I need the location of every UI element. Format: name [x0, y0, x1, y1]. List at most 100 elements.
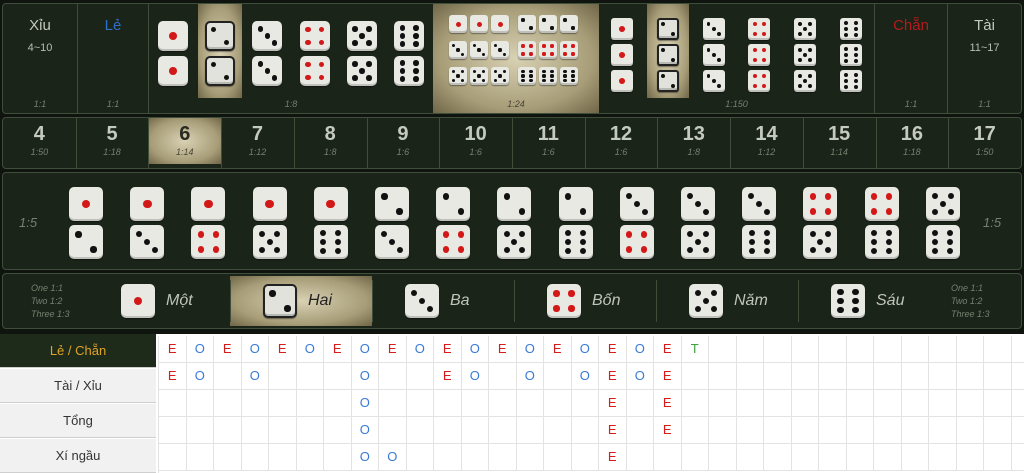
ledger-cell — [681, 363, 709, 390]
combo-3-5-bet[interactable] — [677, 181, 721, 263]
pip — [626, 246, 633, 253]
single-two-bet[interactable]: Hai — [230, 276, 372, 326]
bet-le[interactable]: Lẻ 1:1 — [78, 4, 148, 113]
double-one-bet[interactable] — [149, 4, 196, 98]
pip — [305, 39, 311, 46]
combo-1-2-bet[interactable] — [65, 181, 109, 263]
bet-chan[interactable]: Chẵn 1:1 — [875, 4, 947, 113]
combo-3-4-bet[interactable] — [616, 181, 660, 263]
ledger-cell — [241, 444, 269, 471]
total-13-bet[interactable]: 13 1:8 — [657, 118, 730, 164]
total-7-bet[interactable]: 7 1:12 — [221, 118, 294, 164]
pip — [258, 231, 265, 238]
ledger-cell — [461, 390, 489, 417]
single-four-bet[interactable]: Bốn — [514, 276, 656, 326]
pip — [460, 70, 464, 74]
ledger-cell — [241, 417, 269, 444]
triple-six-bet[interactable] — [828, 4, 874, 98]
pip — [381, 231, 388, 238]
double-three-bet[interactable] — [244, 4, 291, 98]
single-three-bet[interactable]: Ba — [372, 276, 514, 326]
pip — [641, 246, 648, 253]
pip — [641, 208, 648, 215]
total-8-bet[interactable]: 8 1:8 — [294, 118, 367, 164]
total-4-bet[interactable]: 4 1:50 — [3, 118, 76, 164]
total-14-bet[interactable]: 14 1:12 — [730, 118, 803, 164]
double-two-bet[interactable] — [198, 4, 242, 98]
total-17-bet[interactable]: 17 1:50 — [948, 118, 1021, 164]
double-four-bet[interactable] — [291, 4, 338, 98]
triple-one-bet[interactable] — [599, 4, 645, 98]
ledger-cell — [571, 390, 599, 417]
pip — [529, 74, 533, 78]
total-16-bet[interactable]: 16 1:18 — [876, 118, 949, 164]
total-odds: 1:50 — [30, 147, 49, 157]
ledger-tab-3[interactable]: Xí ngầu — [0, 439, 156, 473]
die-one-icon — [610, 70, 633, 92]
die-two-icon — [204, 21, 235, 51]
ledger-cell — [791, 444, 819, 471]
total-odds: 1:12 — [248, 147, 267, 157]
combo-4-5-bet[interactable] — [799, 181, 843, 263]
ledger-cell — [874, 363, 902, 390]
die-three-icon — [702, 44, 725, 66]
combo-2-6-bet[interactable] — [555, 181, 599, 263]
total-6-bet[interactable]: 6 1:14 — [148, 118, 222, 164]
single-five-bet[interactable]: Năm — [656, 276, 798, 326]
die-two-icon — [539, 15, 557, 33]
combo-1-6-bet[interactable] — [310, 181, 354, 263]
ledger-cell — [819, 336, 847, 363]
ledger-cell — [929, 417, 957, 444]
total-15-bet[interactable]: 15 1:14 — [803, 118, 876, 164]
ledger-tab-0[interactable]: Lẻ / Chẵn — [0, 334, 156, 368]
ledger-cell — [956, 444, 984, 471]
combo-2-4-bet[interactable] — [432, 181, 476, 263]
bet-any-triple[interactable]: 1:24 — [433, 4, 599, 113]
triple-five-bet[interactable] — [782, 4, 828, 98]
pip — [411, 290, 418, 297]
triple-three-bet[interactable] — [691, 4, 737, 98]
pip — [660, 74, 665, 79]
pip — [762, 74, 767, 79]
combo-1-3-bet[interactable] — [126, 181, 170, 263]
total-9-bet[interactable]: 9 1:6 — [367, 118, 440, 164]
combo-3-6-bet[interactable] — [738, 181, 782, 263]
triple-two-bet[interactable] — [646, 4, 689, 98]
pip — [335, 248, 342, 255]
divider — [230, 280, 231, 322]
pip — [641, 231, 648, 238]
pip — [756, 200, 763, 208]
ledger-tab-1[interactable]: Tài / Xỉu — [0, 369, 156, 403]
bet-xiu[interactable]: Xỉu 4~10 1:1 — [3, 4, 77, 113]
ledger-cell — [736, 336, 764, 363]
ledger-cell — [214, 363, 242, 390]
die-three-icon — [252, 21, 283, 51]
die-four-icon — [436, 225, 471, 259]
pip — [824, 208, 831, 215]
combo-2-5-bet[interactable] — [493, 181, 537, 263]
total-5-bet[interactable]: 5 1:18 — [76, 118, 149, 164]
singles-odds-right: One 1:1 Two 1:2 Three 1:3 — [951, 282, 990, 321]
ledger-cell: O — [351, 336, 379, 363]
single-six-bet[interactable]: Sáu — [798, 276, 940, 326]
combo-4-6-bet[interactable] — [861, 181, 905, 263]
total-11-bet[interactable]: 11 1:6 — [512, 118, 585, 164]
die-four-icon — [518, 41, 536, 59]
combo-1-4-bet[interactable] — [187, 181, 231, 263]
double-five-bet[interactable] — [338, 4, 385, 98]
divider — [372, 280, 373, 322]
combo-1-5-bet[interactable] — [249, 181, 293, 263]
pip — [886, 248, 893, 255]
double-six-bet[interactable] — [386, 4, 433, 98]
die-two-icon — [263, 284, 297, 318]
ledger-tab-2[interactable]: Tổng — [0, 404, 156, 438]
pip — [844, 32, 849, 37]
single-one-bet[interactable]: Một — [88, 276, 230, 326]
combo-5-6-bet[interactable] — [922, 181, 966, 263]
combo-2-3-bet[interactable] — [371, 181, 415, 263]
triple-four-bet[interactable] — [737, 4, 783, 98]
total-10-bet[interactable]: 10 1:6 — [439, 118, 512, 164]
ledger-cell — [571, 444, 599, 471]
total-12-bet[interactable]: 12 1:6 — [585, 118, 658, 164]
bet-tai[interactable]: Tài 11~17 1:1 — [948, 4, 1021, 113]
